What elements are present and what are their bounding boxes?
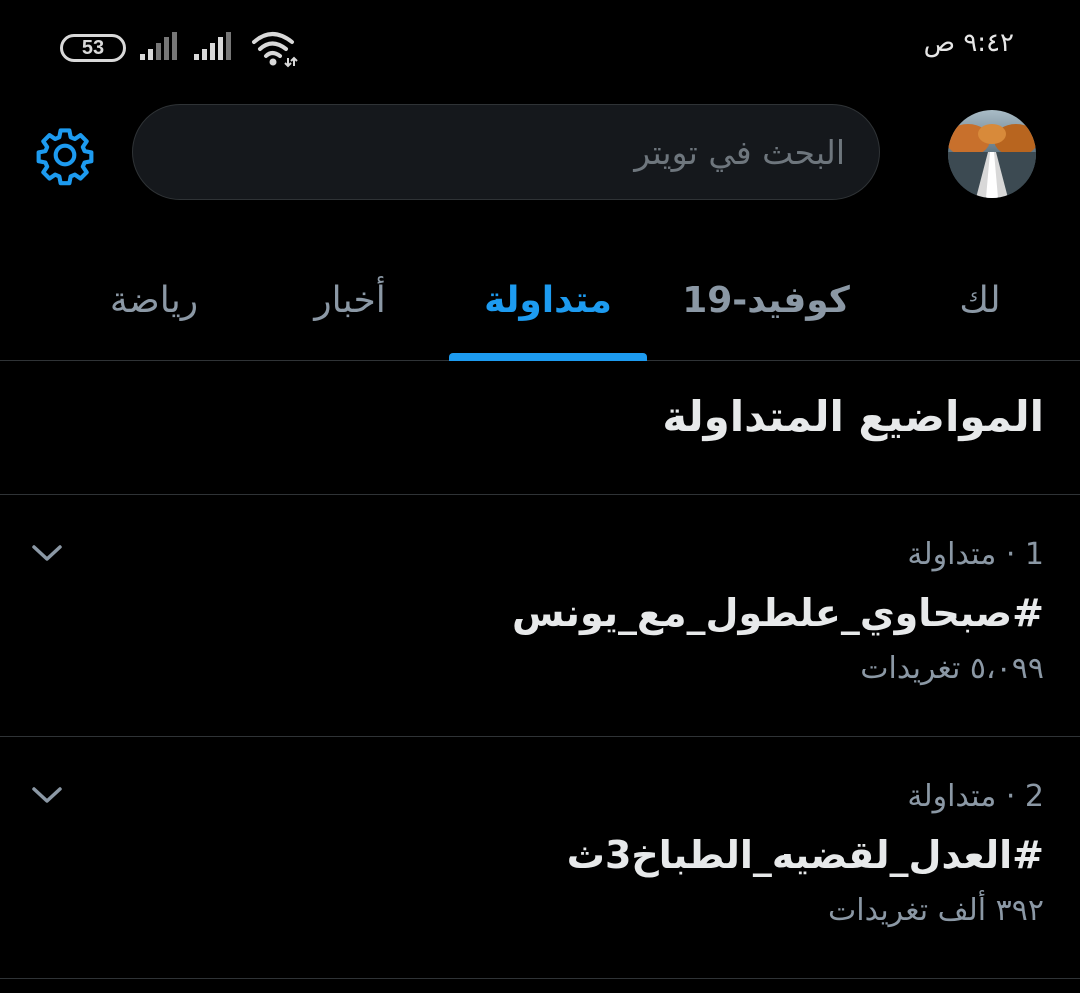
trend-tweet-count: ٣٩٢ ألف تغريدات [828,893,1044,928]
tab-for-you[interactable]: لك [920,240,1040,360]
tab-news[interactable]: أخبار [270,240,430,360]
tab-covid-19[interactable]: كوفيد-19 [668,240,864,360]
profile-photo [948,110,1036,198]
search-input[interactable] [133,105,879,199]
wifi-icon [252,32,298,68]
trend-hashtag: #صبحاوي_علطول_مع_يونس [511,591,1044,635]
active-tab-indicator [449,353,647,361]
trend-tweet-count: ٥،٠٩٩ تغريدات [860,651,1044,686]
trend-hashtag: #العدل_لقضيه_الطباخ3ث [566,833,1044,877]
tab-trending[interactable]: متداولة [449,240,647,360]
gear-icon[interactable] [34,124,96,186]
status-time: ٩:٤٢ ص [923,28,1014,58]
cellular-signal-icon [140,32,177,60]
battery-level: 53 [81,36,105,59]
tab-bar: لك كوفيد-19 متداولة أخبار رياضة [0,240,1080,361]
section-title: المواضيع المتداولة [662,392,1044,441]
search-bar[interactable] [132,104,880,200]
divider [0,978,1080,979]
chevron-down-icon[interactable] [30,541,64,565]
avatar[interactable] [948,110,1036,198]
trend-meta: 2 · متداولة [907,779,1044,814]
trend-meta: 1 · متداولة [907,537,1044,572]
trend-item[interactable]: 1 · متداولة #صبحاوي_علطول_مع_يونس ٥،٠٩٩ … [0,495,1080,737]
trend-item[interactable]: 2 · متداولة #العدل_لقضيه_الطباخ3ث ٣٩٢ أل… [0,737,1080,979]
chevron-down-icon[interactable] [30,783,64,807]
cellular-signal-2-icon [194,32,231,60]
tab-sports[interactable]: رياضة [74,240,234,360]
battery-indicator: 53 [60,34,126,62]
